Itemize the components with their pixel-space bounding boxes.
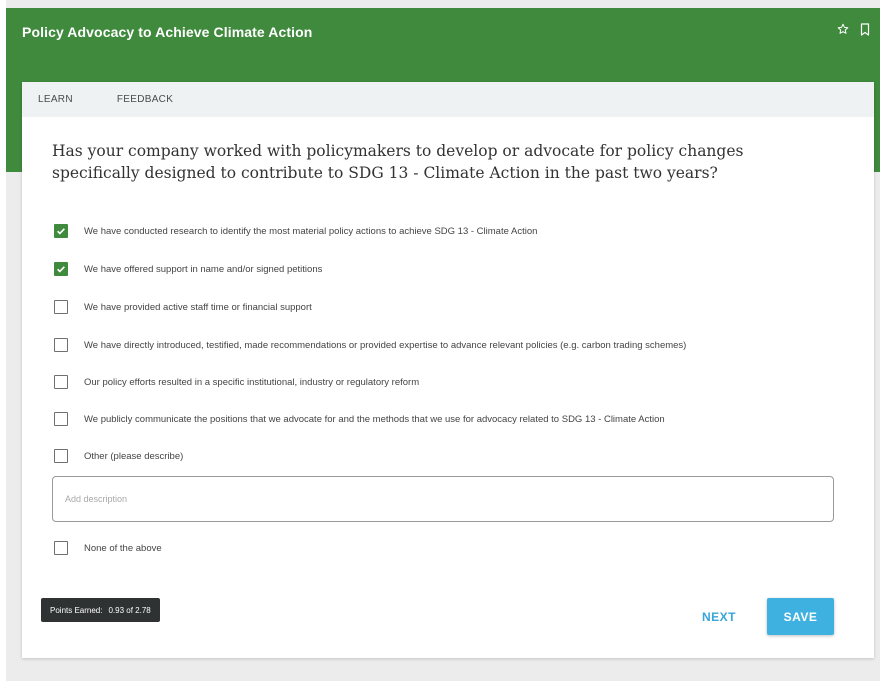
points-value: 0.93 of 2.78 [108, 605, 151, 615]
option-label: We have conducted research to identify t… [84, 225, 538, 237]
option-label: We have directly introduced, testified, … [84, 339, 687, 351]
option-label: Our policy efforts resulted in a specifi… [84, 376, 420, 388]
save-button[interactable]: SAVE [767, 598, 834, 635]
bookmark-icon[interactable] [858, 20, 872, 38]
tab-feedback[interactable]: FEEDBACK [117, 94, 173, 105]
option-label: None of the above [84, 542, 162, 554]
check-icon [57, 228, 65, 235]
question-card: LEARN FEEDBACK Has your company worked w… [22, 82, 874, 658]
option-regulatory-reform[interactable]: Our policy efforts resulted in a specifi… [54, 375, 419, 389]
option-support-petitions[interactable]: We have offered support in name and/or s… [54, 262, 322, 276]
option-staff-financial[interactable]: We have provided active staff time or fi… [54, 300, 312, 314]
checkbox[interactable] [54, 262, 68, 276]
option-none[interactable]: None of the above [54, 541, 162, 555]
page-title: Policy Advocacy to Achieve Climate Actio… [22, 24, 313, 40]
points-badge: Points Earned: 0.93 of 2.78 [41, 598, 160, 622]
checkbox[interactable] [54, 338, 68, 352]
option-label: We have offered support in name and/or s… [84, 263, 323, 275]
checkbox[interactable] [54, 375, 68, 389]
option-research[interactable]: We have conducted research to identify t… [54, 224, 537, 238]
check-icon [57, 266, 65, 273]
option-label: Other (please describe) [84, 450, 184, 462]
checkbox[interactable] [54, 300, 68, 314]
header-actions [836, 20, 872, 38]
checkbox[interactable] [54, 449, 68, 463]
tab-learn[interactable]: LEARN [38, 94, 73, 105]
option-directly-introduced[interactable]: We have directly introduced, testified, … [54, 338, 686, 352]
checkbox[interactable] [54, 224, 68, 238]
description-input[interactable] [52, 476, 834, 522]
option-other[interactable]: Other (please describe) [54, 449, 183, 463]
tab-bar: LEARN FEEDBACK [22, 82, 874, 117]
checkbox[interactable] [54, 541, 68, 555]
option-publicly-communicate[interactable]: We publicly communicate the positions th… [54, 412, 665, 426]
points-label: Points Earned: [50, 605, 103, 615]
option-label: We publicly communicate the positions th… [84, 413, 665, 425]
next-button[interactable]: NEXT [690, 606, 748, 628]
question-text: Has your company worked with policymaker… [52, 142, 744, 182]
option-label: We have provided active staff time or fi… [84, 301, 312, 313]
checkbox[interactable] [54, 412, 68, 426]
star-icon[interactable] [836, 20, 850, 38]
